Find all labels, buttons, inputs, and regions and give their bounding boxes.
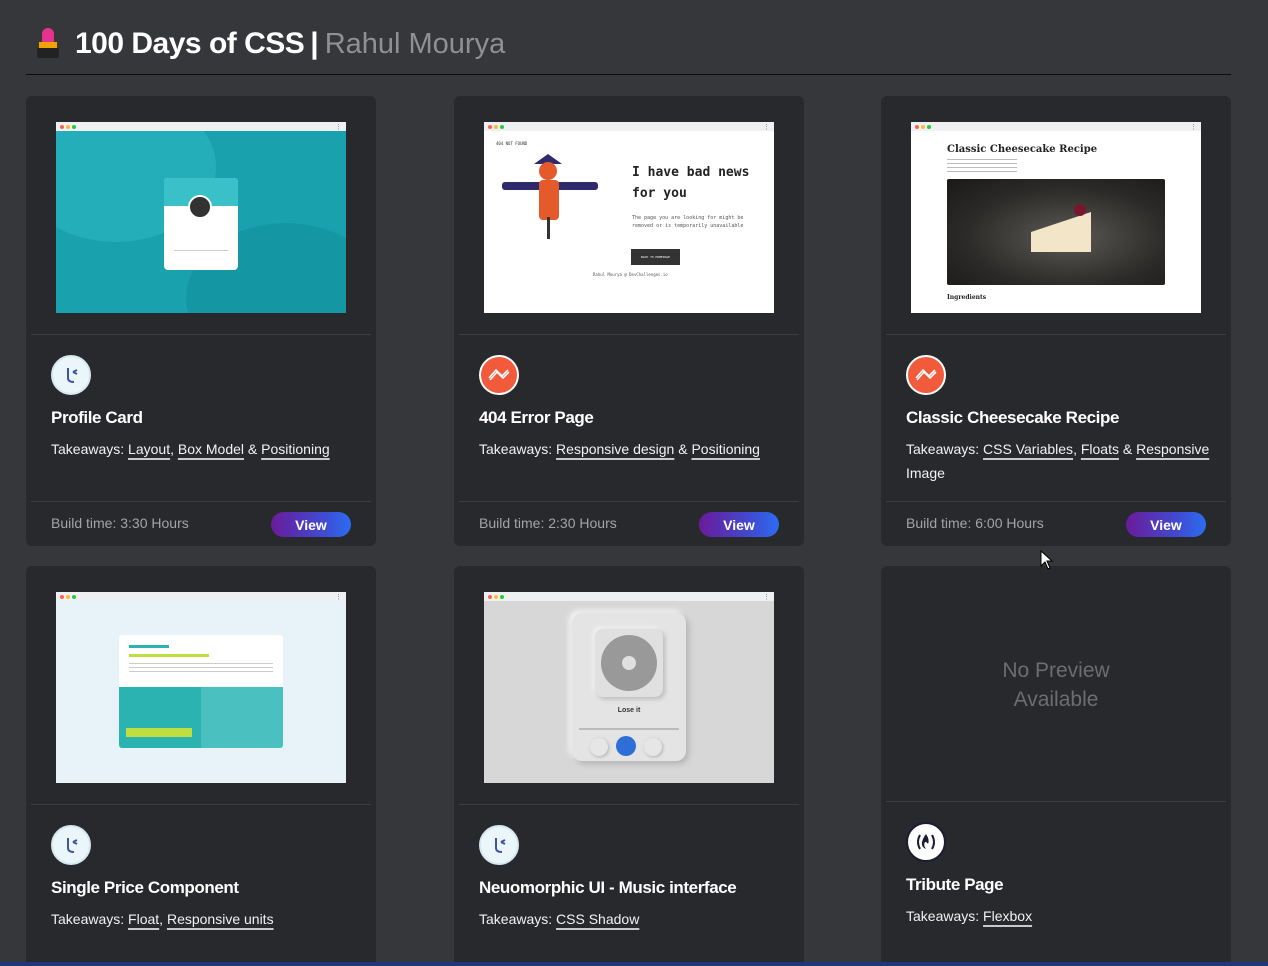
tag-link[interactable]: Layout xyxy=(128,441,170,457)
project-card: Lose it ⋮ Neuomorphic UI - Music interfa… xyxy=(454,566,804,966)
project-card: ⋮ Profile Card Takeaways: Layout, Box Mo… xyxy=(26,96,376,546)
tag-link[interactable]: Flexbox xyxy=(983,908,1032,924)
freecodecamp-logo-icon xyxy=(906,822,946,862)
tag-link[interactable]: Responsive units xyxy=(167,911,274,927)
build-time: Build time: 2:30 Hours xyxy=(479,515,617,531)
card-title: Profile Card xyxy=(51,408,143,427)
no-preview-placeholder: No Preview Available xyxy=(1002,659,1110,711)
card-title: Single Price Component xyxy=(51,878,239,897)
takeaways-label: Takeaways: xyxy=(479,911,553,927)
takeaways-tail: Image xyxy=(906,465,945,481)
project-card: ⋮ Single Price Component Takeaways: Floa… xyxy=(26,566,376,966)
preview-image: ⋮ xyxy=(56,592,346,783)
page-title: 100 Days of CSS xyxy=(75,27,305,60)
tag-link[interactable]: Responsive xyxy=(1136,441,1209,457)
view-button[interactable]: View xyxy=(699,512,779,537)
view-button[interactable]: View xyxy=(271,512,351,537)
card-title: 404 Error Page xyxy=(479,408,594,427)
card-title: Neuomorphic UI - Music interface xyxy=(479,878,737,897)
frontend-mentor-logo-icon xyxy=(479,825,519,865)
frontend-mentor-logo-icon xyxy=(51,825,91,865)
codedamn-logo-icon xyxy=(906,355,946,395)
tag-link[interactable]: Positioning xyxy=(261,441,330,457)
takeaways-label: Takeaways: xyxy=(51,441,125,457)
build-time: Build time: 3:30 Hours xyxy=(51,515,189,531)
bottom-bar xyxy=(0,962,1268,966)
card-title: Tribute Page xyxy=(906,875,1004,894)
project-card: No Preview Available Tribute Page Takeaw… xyxy=(881,566,1231,966)
preview-image: Classic Cheesecake Recipe Ingredients ⋮ xyxy=(911,122,1201,313)
tag-link[interactable]: Floats xyxy=(1081,441,1119,457)
takeaways-label: Takeaways: xyxy=(51,911,125,927)
preview-image: ⋮ xyxy=(56,122,346,313)
project-card: 404 NOT FOUND I have bad news for you The… xyxy=(454,96,804,546)
takeaways: Takeaways: Flexbox xyxy=(906,904,1216,928)
frontend-mentor-logo-icon xyxy=(51,355,91,395)
tag-link[interactable]: Responsive design xyxy=(556,441,674,457)
tag-link[interactable]: Box Model xyxy=(178,441,244,457)
takeaways-label: Takeaways: xyxy=(479,441,553,457)
takeaways: Takeaways: Layout, Box Model & Positioni… xyxy=(51,441,330,457)
takeaways: Takeaways: CSS Variables, Floats & Respo… xyxy=(906,441,1210,481)
lipstick-icon xyxy=(35,28,61,60)
takeaways-label: Takeaways: xyxy=(906,908,980,924)
cursor-icon xyxy=(1040,550,1054,570)
takeaways: Takeaways: Float, Responsive units xyxy=(51,911,274,927)
project-card: Classic Cheesecake Recipe Ingredients ⋮ … xyxy=(881,96,1231,546)
tag-link[interactable]: CSS Variables xyxy=(983,441,1073,457)
view-button[interactable]: View xyxy=(1126,512,1206,537)
tag-link[interactable]: Float xyxy=(128,911,159,927)
takeaways: Takeaways: Responsive design & Positioni… xyxy=(479,441,760,457)
title-separator: | xyxy=(310,27,319,60)
takeaways-label: Takeaways: xyxy=(906,441,980,457)
tag-link[interactable]: Positioning xyxy=(691,441,760,457)
page-header: 100 Days of CSS | Rahul Mourya xyxy=(26,14,1231,75)
author-name: Rahul Mourya xyxy=(324,27,506,60)
preview-image: Lose it ⋮ xyxy=(484,592,774,783)
tag-link[interactable]: CSS Shadow xyxy=(556,911,639,927)
takeaways: Takeaways: CSS Shadow xyxy=(479,907,789,931)
card-title: Classic Cheesecake Recipe xyxy=(906,408,1120,427)
codedamn-logo-icon xyxy=(479,355,519,395)
preview-image: 404 NOT FOUND I have bad news for you The… xyxy=(484,122,774,313)
build-time: Build time: 6:00 Hours xyxy=(906,515,1044,531)
